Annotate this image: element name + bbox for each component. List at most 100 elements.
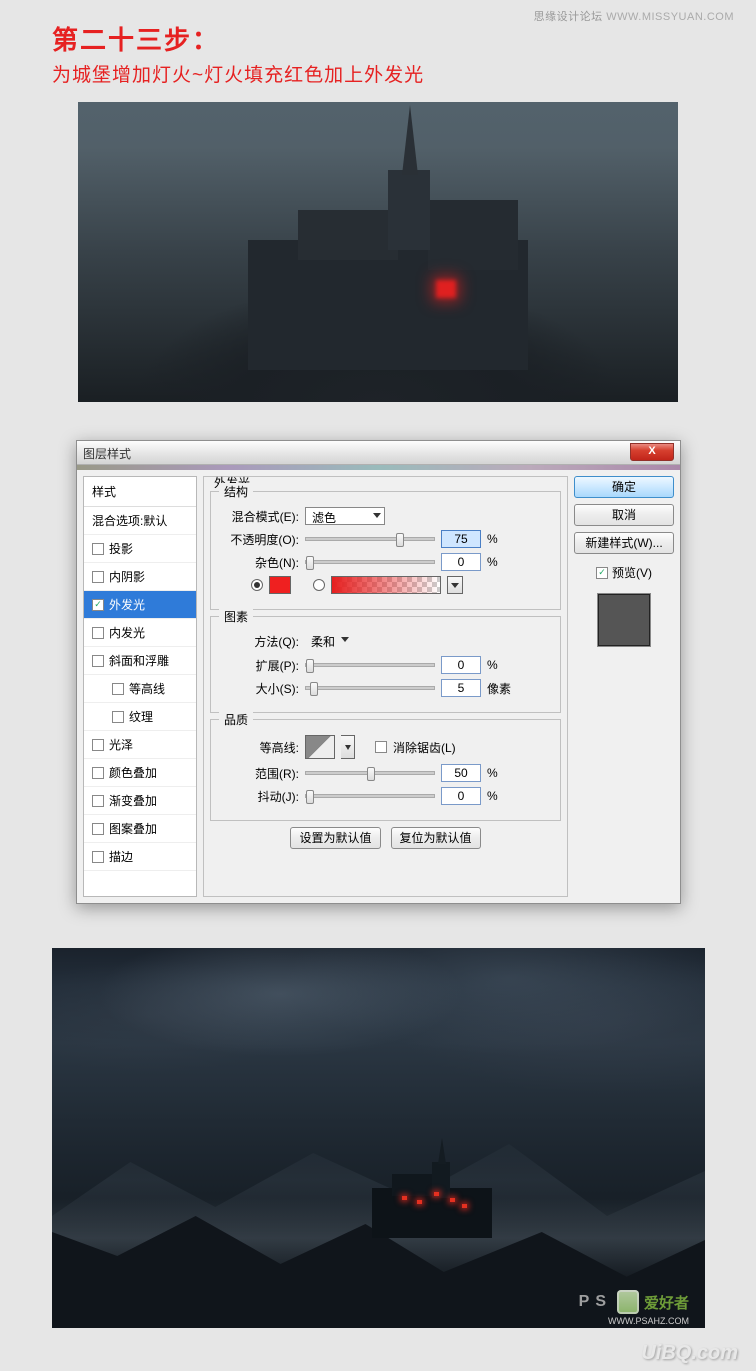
preview-swatch [597, 593, 651, 647]
checkbox-icon[interactable] [92, 739, 104, 751]
outer-glow-panel: 外发光 结构 混合模式(E): 滤色 不透明度(O): 75 % [203, 476, 568, 897]
castle-after-image: PS 爱好者 WWW.PSAHZ.COM [52, 948, 705, 1328]
style-satin[interactable]: 光泽 [84, 731, 196, 759]
style-color-overlay[interactable]: 颜色叠加 [84, 759, 196, 787]
size-slider[interactable] [305, 686, 435, 690]
styles-list: 样式 混合选项:默认 投影 内阴影 外发光 内发光 斜面和浮雕 等高线 纹理 光… [83, 476, 197, 897]
dialog-title: 图层样式 [83, 445, 131, 462]
group-structure-legend: 结构 [219, 483, 253, 500]
step-subtitle: 为城堡增加灯火~灯火填充红色加上外发光 [52, 60, 424, 87]
jitter-label: 抖动(J): [221, 788, 299, 805]
watermark-url: WWW.PSAHZ.COM [608, 1316, 689, 1326]
blend-mode-select[interactable]: 滤色 [305, 507, 385, 525]
noise-unit: % [487, 555, 513, 569]
preview-label: 预览(V) [612, 564, 652, 581]
chevron-down-icon [341, 637, 349, 642]
antialias-label: 消除锯齿(L) [393, 739, 456, 756]
spread-input[interactable]: 0 [441, 656, 481, 674]
glow-gradient-bar[interactable] [331, 576, 441, 594]
layer-style-dialog: 图层样式 X 样式 混合选项:默认 投影 内阴影 外发光 内发光 斜面和浮雕 等… [76, 440, 681, 904]
spread-label: 扩展(P): [221, 657, 299, 674]
opacity-slider[interactable] [305, 537, 435, 541]
style-texture[interactable]: 纹理 [84, 703, 196, 731]
cancel-button[interactable]: 取消 [574, 504, 674, 526]
watermark-ps: PS [579, 1293, 612, 1311]
style-contour[interactable]: 等高线 [84, 675, 196, 703]
dialog-titlebar[interactable]: 图层样式 X [77, 441, 680, 465]
blend-mode-label: 混合模式(E): [221, 508, 299, 525]
noise-input[interactable]: 0 [441, 553, 481, 571]
style-blend-default[interactable]: 混合选项:默认 [84, 507, 196, 535]
jitter-unit: % [487, 789, 513, 803]
checkbox-icon[interactable] [92, 795, 104, 807]
checkbox-icon[interactable] [92, 627, 104, 639]
group-elements: 图素 方法(Q): 柔和 扩展(P): 0 % 大小(S): 5 [210, 616, 561, 713]
opacity-label: 不透明度(O): [221, 531, 299, 548]
opacity-unit: % [487, 532, 513, 546]
style-bevel-emboss[interactable]: 斜面和浮雕 [84, 647, 196, 675]
style-inner-glow[interactable]: 内发光 [84, 619, 196, 647]
footer-watermark: UiBQ.com [641, 1342, 738, 1365]
checkbox-icon[interactable] [92, 655, 104, 667]
size-unit: 像素 [487, 680, 513, 697]
gradient-dropdown-icon[interactable] [447, 576, 463, 594]
watermark: PS 爱好者 [579, 1290, 689, 1314]
jitter-input[interactable]: 0 [441, 787, 481, 805]
close-button[interactable]: X [630, 443, 674, 461]
color-radio[interactable] [251, 579, 263, 591]
contour-label: 等高线: [221, 739, 299, 756]
spread-unit: % [487, 658, 513, 672]
red-light-glow [436, 280, 456, 298]
checkbox-icon[interactable] [92, 823, 104, 835]
group-quality-legend: 品质 [219, 711, 253, 728]
styles-list-header[interactable]: 样式 [84, 477, 196, 507]
group-structure: 结构 混合模式(E): 滤色 不透明度(O): 75 % 杂色(N): [210, 491, 561, 610]
style-stroke[interactable]: 描边 [84, 843, 196, 871]
step-title: 第二十三步： [52, 20, 220, 57]
checkbox-icon[interactable] [112, 711, 124, 723]
noise-label: 杂色(N): [221, 554, 299, 571]
checkbox-icon[interactable] [92, 599, 104, 611]
range-slider[interactable] [305, 771, 435, 775]
checkbox-icon[interactable] [92, 543, 104, 555]
jitter-slider[interactable] [305, 794, 435, 798]
size-input[interactable]: 5 [441, 679, 481, 697]
checkbox-icon[interactable] [92, 767, 104, 779]
range-input[interactable]: 50 [441, 764, 481, 782]
source-credit-en: WWW.MISSYUAN.COM [606, 11, 734, 23]
watermark-text: 爱好者 [644, 1292, 689, 1313]
contour-swatch[interactable] [305, 735, 335, 759]
source-credit-cn: 思缘设计论坛 [534, 11, 603, 23]
size-label: 大小(S): [221, 680, 299, 697]
technique-label: 方法(Q): [221, 633, 299, 650]
style-inner-shadow[interactable]: 内阴影 [84, 563, 196, 591]
style-pattern-overlay[interactable]: 图案叠加 [84, 815, 196, 843]
preview-checkbox[interactable] [596, 567, 608, 579]
dialog-right-panel: 确定 取消 新建样式(W)... 预览(V) [574, 476, 674, 897]
range-unit: % [487, 766, 513, 780]
gradient-radio[interactable] [313, 579, 325, 591]
noise-slider[interactable] [305, 560, 435, 564]
group-elements-legend: 图素 [219, 608, 253, 625]
watermark-shield-icon [617, 1290, 639, 1314]
contour-dropdown-icon[interactable] [341, 735, 355, 759]
checkbox-icon[interactable] [112, 683, 124, 695]
checkbox-icon[interactable] [92, 851, 104, 863]
reset-default-button[interactable]: 复位为默认值 [391, 827, 481, 849]
set-default-button[interactable]: 设置为默认值 [290, 827, 380, 849]
opacity-input[interactable]: 75 [441, 530, 481, 548]
castle-before-image [78, 102, 678, 402]
style-outer-glow[interactable]: 外发光 [84, 591, 196, 619]
new-style-button[interactable]: 新建样式(W)... [574, 532, 674, 554]
ok-button[interactable]: 确定 [574, 476, 674, 498]
glow-color-swatch[interactable] [269, 576, 291, 594]
antialias-checkbox[interactable] [375, 741, 387, 753]
style-drop-shadow[interactable]: 投影 [84, 535, 196, 563]
style-gradient-overlay[interactable]: 渐变叠加 [84, 787, 196, 815]
source-credit: 思缘设计论坛 WWW.MISSYUAN.COM [534, 8, 734, 24]
chevron-down-icon [373, 513, 381, 518]
checkbox-icon[interactable] [92, 571, 104, 583]
group-quality: 品质 等高线: 消除锯齿(L) 范围(R): 50 % [210, 719, 561, 821]
spread-slider[interactable] [305, 663, 435, 667]
technique-select[interactable]: 柔和 [305, 632, 349, 651]
